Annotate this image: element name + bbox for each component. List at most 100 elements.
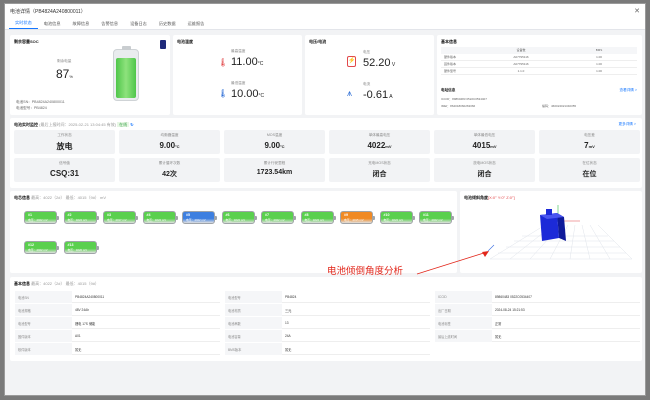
info-field-label: BMS版本 (225, 343, 282, 355)
cell-battery[interactable]: #12 电压：4022 mV (24, 241, 59, 254)
close-icon[interactable]: ✕ (634, 7, 640, 15)
monitor-cell-value: 闭合 (477, 171, 492, 178)
info-field-value: A01 (72, 330, 220, 342)
tab-history[interactable]: 历史数据 (153, 21, 182, 29)
station-title: 电站信息 (441, 88, 456, 92)
station-more-link[interactable]: 查看详情 > (620, 88, 637, 93)
monitor-cell: 工作状态 放电 (14, 130, 115, 154)
voltage-icon: ⚡ (347, 56, 356, 67)
cell-battery[interactable]: #3 电压：4017 mV (103, 211, 138, 224)
cell-battery[interactable]: #9 电压：4015 mV (340, 211, 375, 224)
soc-serial: 电池SN：PB4824A240800011 (16, 100, 65, 104)
info-field-value: 24A (282, 330, 430, 342)
monitor-cell-value: 4022mV (367, 141, 392, 150)
monitor-more-link[interactable]: 更多详情 > (619, 122, 636, 127)
monitor-cell: 单体最高电压 4022mV (329, 130, 430, 154)
cell-number: #10 (383, 213, 390, 217)
voltage-label: 电压 (363, 50, 371, 54)
battery-icon (160, 40, 166, 49)
cell-battery[interactable]: #5 电压：4022 mV (182, 211, 217, 224)
monitor-cell: 均衡器温度 9.00°C (119, 130, 220, 154)
refresh-icon[interactable]: ↻ (130, 122, 133, 127)
thermometer-hot-icon: 🌡 (218, 58, 229, 67)
info-field: 电池型号 PB4824 (225, 291, 430, 303)
monitor-cell-label: 累计行驶里程 (263, 161, 286, 165)
current-icon: ⩚ (347, 88, 353, 98)
battery-detail-window: 电池详情（PB4824A240800011） ✕ 实时状态 电池信息 故障信息 … (4, 3, 646, 396)
cell-battery[interactable]: #1 电压：4022 mV (24, 211, 59, 224)
info-field: 电池串数 13 (225, 317, 430, 329)
info-field: 电池SN PB4824A240800011 (15, 291, 220, 303)
temperature-title: 电池温度 (177, 39, 193, 44)
tab-alarm-info[interactable]: 告警信息 (95, 21, 124, 29)
cell-voltage: 电压：4022 mV (28, 248, 48, 252)
version-table-header: 设备数 BMS (441, 47, 637, 54)
tab-battery-info[interactable]: 电池信息 (38, 21, 67, 29)
cell-battery[interactable]: #7 电压：4022 mV (261, 211, 296, 224)
cell-battery[interactable]: #13 电压：4020 mV (63, 241, 99, 254)
info-field-value: 三元 (282, 304, 430, 316)
info-field-value: 暂无 (72, 343, 220, 355)
monitor-cell: 信号值 CSQ:31 (14, 158, 115, 182)
info-field: BMS版本 暂无 (225, 343, 430, 355)
info-field-label: 电池串数 (225, 317, 282, 329)
tab-fault-info[interactable]: 故障信息 (67, 21, 96, 29)
version-table: 设备数 BMS 硬件版本 A07795116 1.00 固件版本 A077951… (441, 47, 637, 75)
info-field: 电池型号 锂电 17S 储能 (15, 317, 220, 329)
cell-battery[interactable]: #2 电压：4022 mV (63, 211, 99, 224)
station-imei: IMEI：864018060263066 (441, 104, 476, 108)
cell-info-title: 电芯信息 最高：4022（2#） 最低：4015（9#） mV (14, 195, 107, 200)
cell-voltage: 电压：4015 mV (344, 218, 364, 222)
station-code: 编码：460024021340355 (542, 104, 577, 108)
info-field-label: 电池SN (15, 291, 72, 303)
tab-realtime[interactable]: 实时状态 (9, 20, 38, 29)
table-row: 硬件型号 1.1.0 1.00 (441, 68, 637, 75)
cell-number: #6 (225, 213, 230, 217)
monitor-cell-label: 信号值 (59, 161, 70, 165)
monitor-cell-value: 在位 (582, 171, 597, 178)
voltage-value: 52.20 V (363, 57, 396, 69)
tab-maintenance-report[interactable]: 运维报告 (182, 21, 211, 29)
info-field-label: 电池规格 (15, 304, 72, 316)
info-field: 电池材质 三元 (225, 304, 430, 316)
monitor-cell-label: MOS温度 (266, 133, 283, 137)
cell-number: #3 (107, 213, 111, 217)
cell-voltage: 电压：4022 mV (28, 218, 48, 222)
monitor-title: 电池实时监控 (最后上报时间：2025-02-21 13:04:45 有效) 在… (14, 122, 134, 127)
info-field: 软件版本 暂无 (15, 343, 220, 355)
monitor-cell-value: 42次 (162, 171, 177, 178)
device-info-card: 基本信息 最高：4022（2#） 最低：4015（9#） 电池SN PB4824A… (10, 277, 642, 361)
voltage-title: 电压/电流 (309, 39, 327, 44)
thermometer-cold-icon: 🌡 (218, 89, 229, 98)
battery-3d-model (540, 209, 566, 241)
monitor-cell: MOS温度 9.00°C (224, 130, 325, 154)
cell-number: #9 (344, 213, 348, 217)
monitor-cell-value: 9.00°C (264, 141, 285, 150)
info-field-value: 暂无 (282, 343, 430, 355)
tab-device-log[interactable]: 设备日志 (124, 21, 153, 29)
info-field-label: 最后上线时间 (435, 330, 492, 342)
cell-battery[interactable]: #11 电压：4022 mV (419, 211, 454, 224)
monitor-cell-label: 电压差 (584, 133, 595, 137)
cell-voltage: 电压：4022 mV (383, 218, 404, 222)
info-field-value: 89860483 0522C0534407 (492, 291, 640, 303)
cell-battery[interactable]: #4 电压：4022 mV (142, 211, 178, 224)
cell-voltage: 电压：4022 mV (304, 218, 325, 222)
info-field: ICCID 89860483 0522C0534407 (435, 291, 640, 303)
info-field: 出厂日期 2024-08-24 15:21:53 (435, 304, 640, 316)
cell-battery[interactable]: #10 电压：4022 mV (379, 211, 415, 224)
info-field-value: PB4824A240800011 (72, 291, 220, 303)
max-temp-value: 11.00°C (231, 56, 264, 68)
cell-battery[interactable]: #6 电压：4022 mV (221, 211, 257, 224)
monitor-cell: 累计行驶里程 1723.54km (224, 158, 325, 182)
monitor-cell-label: 工作状态 (57, 133, 72, 137)
temperature-card: 电池温度 🌡 最高温度 11.00°C 🌡 最低温度 10.00°C (173, 35, 302, 115)
info-field-value: 正常 (492, 317, 640, 329)
cell-voltage: 电压：4022 mV (265, 218, 285, 222)
cell-number: #1 (28, 213, 32, 217)
soc-label: 剩余电量 (57, 59, 72, 63)
basic-info-card: 基本信息 设备数 BMS 硬件版本 A07795116 1.00 固件版本 A0… (437, 35, 642, 115)
monitor-cell-label: 单体最高电压 (368, 133, 391, 137)
monitor-cell-value: 9.00°C (159, 141, 180, 150)
cell-battery[interactable]: #8 电压：4022 mV (300, 211, 336, 224)
